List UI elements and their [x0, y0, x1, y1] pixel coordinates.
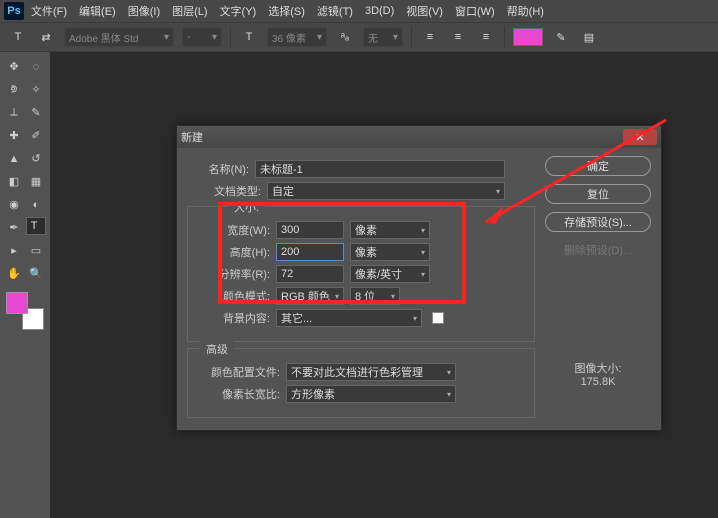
- menu-image[interactable]: 图像(I): [123, 1, 165, 21]
- res-label: 分辨率(R):: [198, 266, 276, 282]
- menu-type[interactable]: 文字(Y): [215, 1, 262, 21]
- dialog-titlebar[interactable]: 新建 ✕: [177, 126, 661, 148]
- color-swatches[interactable]: [6, 292, 46, 332]
- menu-3d[interactable]: 3D(D): [360, 3, 399, 19]
- font-style-select[interactable]: -▾: [182, 27, 222, 47]
- profile-label: 颜色配置文件:: [198, 364, 286, 380]
- menu-filter[interactable]: 滤镜(T): [312, 1, 358, 21]
- align-center-icon[interactable]: ≡: [448, 27, 468, 47]
- gradient-tool-icon[interactable]: ▦: [26, 171, 46, 192]
- save-preset-button[interactable]: 存储预设(S)...: [545, 212, 651, 232]
- width-label: 宽度(W):: [198, 222, 276, 238]
- profile-select[interactable]: 不要对此文档进行色彩管理▾: [286, 363, 456, 381]
- path-select-icon[interactable]: ▸: [4, 240, 24, 261]
- menu-select[interactable]: 选择(S): [263, 1, 310, 21]
- hand-tool-icon[interactable]: ✋: [4, 263, 24, 284]
- size-fieldset: 大小: 宽度(W): 像素▾ 高度(H): 像素▾ 分辨率(R): 像素/英寸▾: [187, 206, 535, 342]
- ps-logo: Ps: [4, 2, 24, 20]
- bg-label: 背景内容:: [198, 310, 276, 326]
- toolbar: ✥◌ ⟄✧ ⟂✎ ✚✐ ▲↺ ◧▦ ◉◐ ✒T ▸▭ ✋🔍: [0, 52, 50, 344]
- fg-color-swatch[interactable]: [6, 292, 28, 314]
- reset-button[interactable]: 复位: [545, 184, 651, 204]
- size-legend: 大小:: [228, 199, 265, 215]
- delete-preset-button: 删除预设(D)...: [545, 240, 651, 260]
- dodge-tool-icon[interactable]: ◐: [26, 194, 46, 215]
- menu-edit[interactable]: 编辑(E): [74, 1, 121, 21]
- font-family-select[interactable]: Adobe 黑体 Std▾: [64, 27, 174, 47]
- text-color-swatch[interactable]: [513, 28, 543, 46]
- shape-tool-icon[interactable]: ▭: [26, 240, 46, 261]
- bg-color-swatch-dialog[interactable]: [432, 312, 444, 324]
- options-bar: T ⇄ Adobe 黑体 Std▾ -▾ T 36 像素▾ ᵃₐ 无▾ ≡ ≡ …: [0, 22, 718, 52]
- res-input[interactable]: [276, 265, 344, 283]
- blur-tool-icon[interactable]: ◉: [4, 194, 24, 215]
- menu-view[interactable]: 视图(V): [401, 1, 448, 21]
- font-size-select[interactable]: 36 像素▾: [267, 27, 327, 47]
- height-input[interactable]: [276, 243, 344, 261]
- close-icon[interactable]: ✕: [623, 129, 657, 145]
- brush-tool-icon[interactable]: ✐: [26, 125, 46, 146]
- dialog-title: 新建: [181, 129, 203, 145]
- name-label: 名称(N):: [187, 161, 255, 177]
- height-unit-select[interactable]: 像素▾: [350, 243, 430, 261]
- menu-help[interactable]: 帮助(H): [502, 1, 549, 21]
- type-tool-icon[interactable]: T: [26, 217, 46, 235]
- name-input[interactable]: [255, 160, 505, 178]
- adv-legend: 高级: [200, 341, 234, 357]
- marquee-tool-icon[interactable]: ◌: [26, 56, 46, 77]
- eraser-tool-icon[interactable]: ◧: [4, 171, 24, 192]
- doctype-label: 文档类型:: [205, 183, 267, 199]
- antialias-icon: ᵃₐ: [335, 27, 355, 47]
- font-size-icon: T: [239, 27, 259, 47]
- antialias-select[interactable]: 无▾: [363, 27, 403, 47]
- mode-label: 颜色模式:: [198, 288, 276, 304]
- mode-select[interactable]: RGB 颜色▾: [276, 287, 344, 305]
- wand-tool-icon[interactable]: ✧: [26, 79, 46, 100]
- type-tool-preset-icon[interactable]: T: [8, 27, 28, 47]
- menu-file[interactable]: 文件(F): [26, 1, 72, 21]
- doctype-select[interactable]: 自定▾: [267, 182, 505, 200]
- crop-tool-icon[interactable]: ⟂: [4, 102, 24, 123]
- filesize-block: 图像大小: 175.8K: [545, 360, 651, 388]
- advanced-fieldset: 高级 颜色配置文件: 不要对此文档进行色彩管理▾ 像素长宽比: 方形像素▾: [187, 348, 535, 418]
- eyedropper-tool-icon[interactable]: ✎: [26, 102, 46, 123]
- aspect-select[interactable]: 方形像素▾: [286, 385, 456, 403]
- align-right-icon[interactable]: ≡: [476, 27, 496, 47]
- ok-button[interactable]: 确定: [545, 156, 651, 176]
- menu-window[interactable]: 窗口(W): [450, 1, 500, 21]
- menubar: Ps 文件(F) 编辑(E) 图像(I) 图层(L) 文字(Y) 选择(S) 滤…: [0, 0, 718, 22]
- warp-text-icon[interactable]: ✎: [551, 27, 571, 47]
- history-brush-icon[interactable]: ↺: [26, 148, 46, 169]
- stamp-tool-icon[interactable]: ▲: [4, 148, 24, 169]
- height-label: 高度(H):: [198, 244, 276, 260]
- heal-tool-icon[interactable]: ✚: [4, 125, 24, 146]
- depth-select[interactable]: 8 位▾: [350, 287, 400, 305]
- move-tool-icon[interactable]: ✥: [4, 56, 24, 77]
- menu-layer[interactable]: 图层(L): [167, 1, 212, 21]
- filesize-label: 图像大小:: [545, 360, 651, 376]
- bg-select[interactable]: 其它...▾: [276, 309, 422, 327]
- orientation-toggle-icon[interactable]: ⇄: [36, 27, 56, 47]
- pen-tool-icon[interactable]: ✒: [4, 217, 24, 238]
- filesize-value: 175.8K: [545, 376, 651, 388]
- width-unit-select[interactable]: 像素▾: [350, 221, 430, 239]
- new-dialog: 新建 ✕ 名称(N): 文档类型: 自定▾ 大小: 宽度(W): 像素▾ 高度(: [176, 125, 662, 431]
- width-input[interactable]: [276, 221, 344, 239]
- aspect-label: 像素长宽比:: [198, 386, 286, 402]
- zoom-tool-icon[interactable]: 🔍: [26, 263, 46, 284]
- lasso-tool-icon[interactable]: ⟄: [4, 79, 24, 100]
- align-left-icon[interactable]: ≡: [420, 27, 440, 47]
- res-unit-select[interactable]: 像素/英寸▾: [350, 265, 430, 283]
- char-panel-icon[interactable]: ▤: [579, 27, 599, 47]
